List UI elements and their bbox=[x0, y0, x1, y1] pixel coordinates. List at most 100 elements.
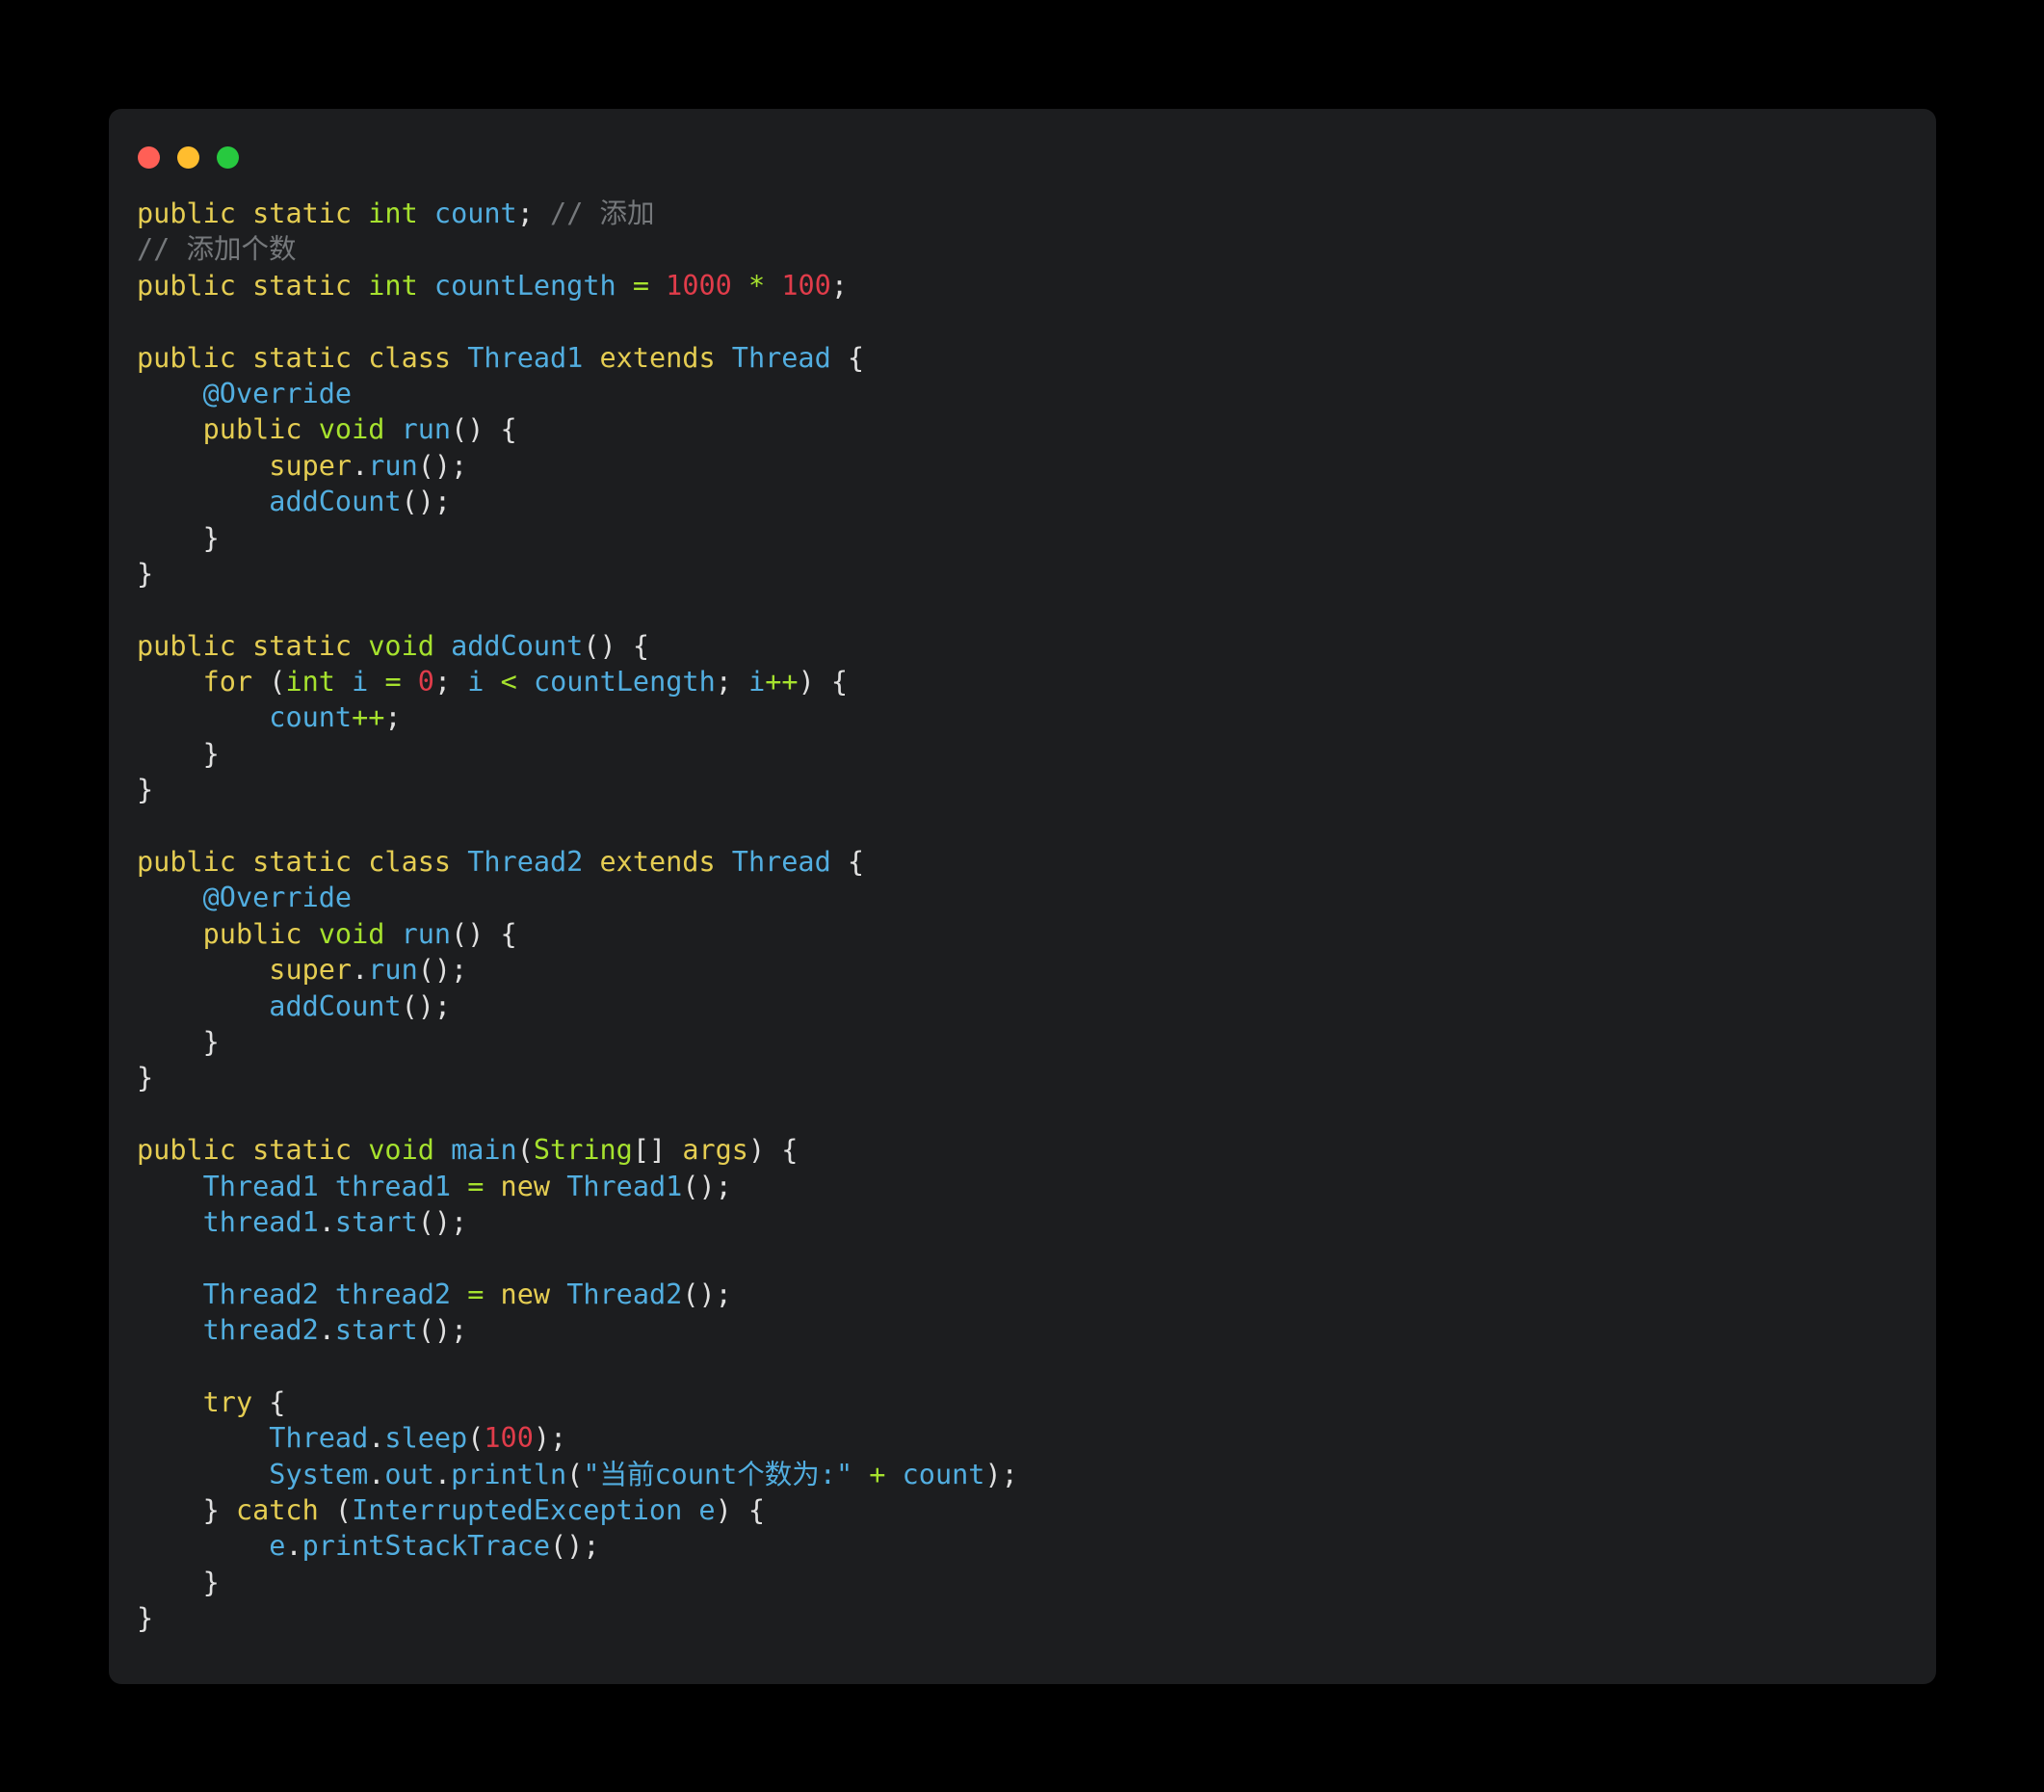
code-token: public bbox=[137, 341, 236, 374]
code-token: public bbox=[137, 1134, 236, 1167]
code-token: public bbox=[202, 917, 302, 950]
code-token: . bbox=[368, 1458, 385, 1490]
code-token: [] bbox=[632, 1134, 683, 1167]
code-token: static bbox=[252, 629, 353, 662]
code-line: addCount(); bbox=[137, 484, 1936, 519]
code-token: (); bbox=[417, 1314, 468, 1347]
code-token: ; bbox=[715, 666, 749, 698]
code-line: } bbox=[137, 1024, 1936, 1060]
code-line: count++; bbox=[137, 699, 1936, 735]
code-line: System.out.println("当前count个数为:" + count… bbox=[137, 1457, 1936, 1492]
code-line: public static int count; // 添加 bbox=[137, 196, 1936, 231]
code-token: static bbox=[252, 846, 353, 879]
code-line: Thread.sleep(100); bbox=[137, 1420, 1936, 1456]
code-token: public bbox=[202, 413, 302, 446]
code-token: run bbox=[368, 954, 418, 987]
code-token: ; bbox=[516, 198, 551, 229]
code-line: } bbox=[137, 1565, 1936, 1600]
code-token: new bbox=[500, 1278, 551, 1310]
code-token: e bbox=[698, 1494, 716, 1527]
code-token: int bbox=[368, 198, 418, 229]
code-line: super.run(); bbox=[137, 448, 1936, 484]
code-token: public bbox=[137, 269, 236, 302]
code-token: + bbox=[869, 1458, 886, 1490]
close-button[interactable] bbox=[138, 146, 160, 169]
code-token: try bbox=[202, 1385, 253, 1418]
code-token: Thread bbox=[731, 341, 831, 374]
code-line: } bbox=[137, 520, 1936, 556]
code-token: count bbox=[433, 198, 517, 229]
code-token: (); bbox=[417, 1205, 468, 1238]
maximize-button[interactable] bbox=[217, 146, 239, 169]
code-token: count bbox=[902, 1458, 985, 1490]
code-token: thread2 bbox=[202, 1314, 319, 1347]
code-token: "当前count个数为:" bbox=[583, 1458, 853, 1490]
code-token: * bbox=[747, 269, 766, 302]
code-token: thread1 bbox=[334, 1170, 452, 1202]
code-token: (); bbox=[550, 1530, 600, 1563]
code-token: int bbox=[368, 269, 418, 302]
code-token: addCount bbox=[269, 989, 402, 1022]
code-token: (); bbox=[682, 1170, 732, 1202]
code-token: ) { bbox=[747, 1134, 799, 1167]
code-token: static bbox=[252, 198, 353, 229]
code-token: // 添加 bbox=[550, 198, 655, 229]
code-token: void bbox=[368, 1134, 434, 1167]
code-token: . bbox=[285, 1530, 302, 1563]
code-token: { bbox=[252, 1385, 286, 1418]
code-token: ( bbox=[252, 666, 286, 698]
code-token: 1000 bbox=[666, 269, 732, 302]
code-token: (); bbox=[417, 954, 468, 987]
code-token: ); bbox=[984, 1458, 1018, 1490]
code-token: start bbox=[334, 1205, 418, 1238]
code-token: extends bbox=[599, 341, 716, 374]
code-token: @Override bbox=[202, 882, 353, 914]
code-block[interactable]: public static int count; // 添加// 添加个数 pub… bbox=[137, 196, 1936, 1684]
code-token: } bbox=[137, 774, 154, 806]
code-token: ( bbox=[516, 1134, 534, 1167]
minimize-button[interactable] bbox=[177, 146, 199, 169]
code-token: super bbox=[269, 954, 353, 987]
code-token: ) { bbox=[798, 666, 849, 698]
code-token: . bbox=[352, 954, 369, 987]
code-token: public bbox=[137, 198, 236, 229]
code-line: } bbox=[137, 1600, 1936, 1636]
code-token: i bbox=[748, 666, 766, 698]
code-token: i bbox=[467, 666, 485, 698]
code-token: { bbox=[830, 846, 865, 879]
code-token: countLength bbox=[433, 269, 616, 302]
code-token: String bbox=[533, 1134, 633, 1167]
code-token: 0 bbox=[417, 666, 434, 698]
code-line: public static class Thread1 extends Thre… bbox=[137, 340, 1936, 376]
code-token: Thread bbox=[731, 846, 831, 879]
code-token: thread2 bbox=[334, 1278, 452, 1310]
code-token: @Override bbox=[202, 377, 353, 409]
code-token: println bbox=[451, 1458, 567, 1490]
